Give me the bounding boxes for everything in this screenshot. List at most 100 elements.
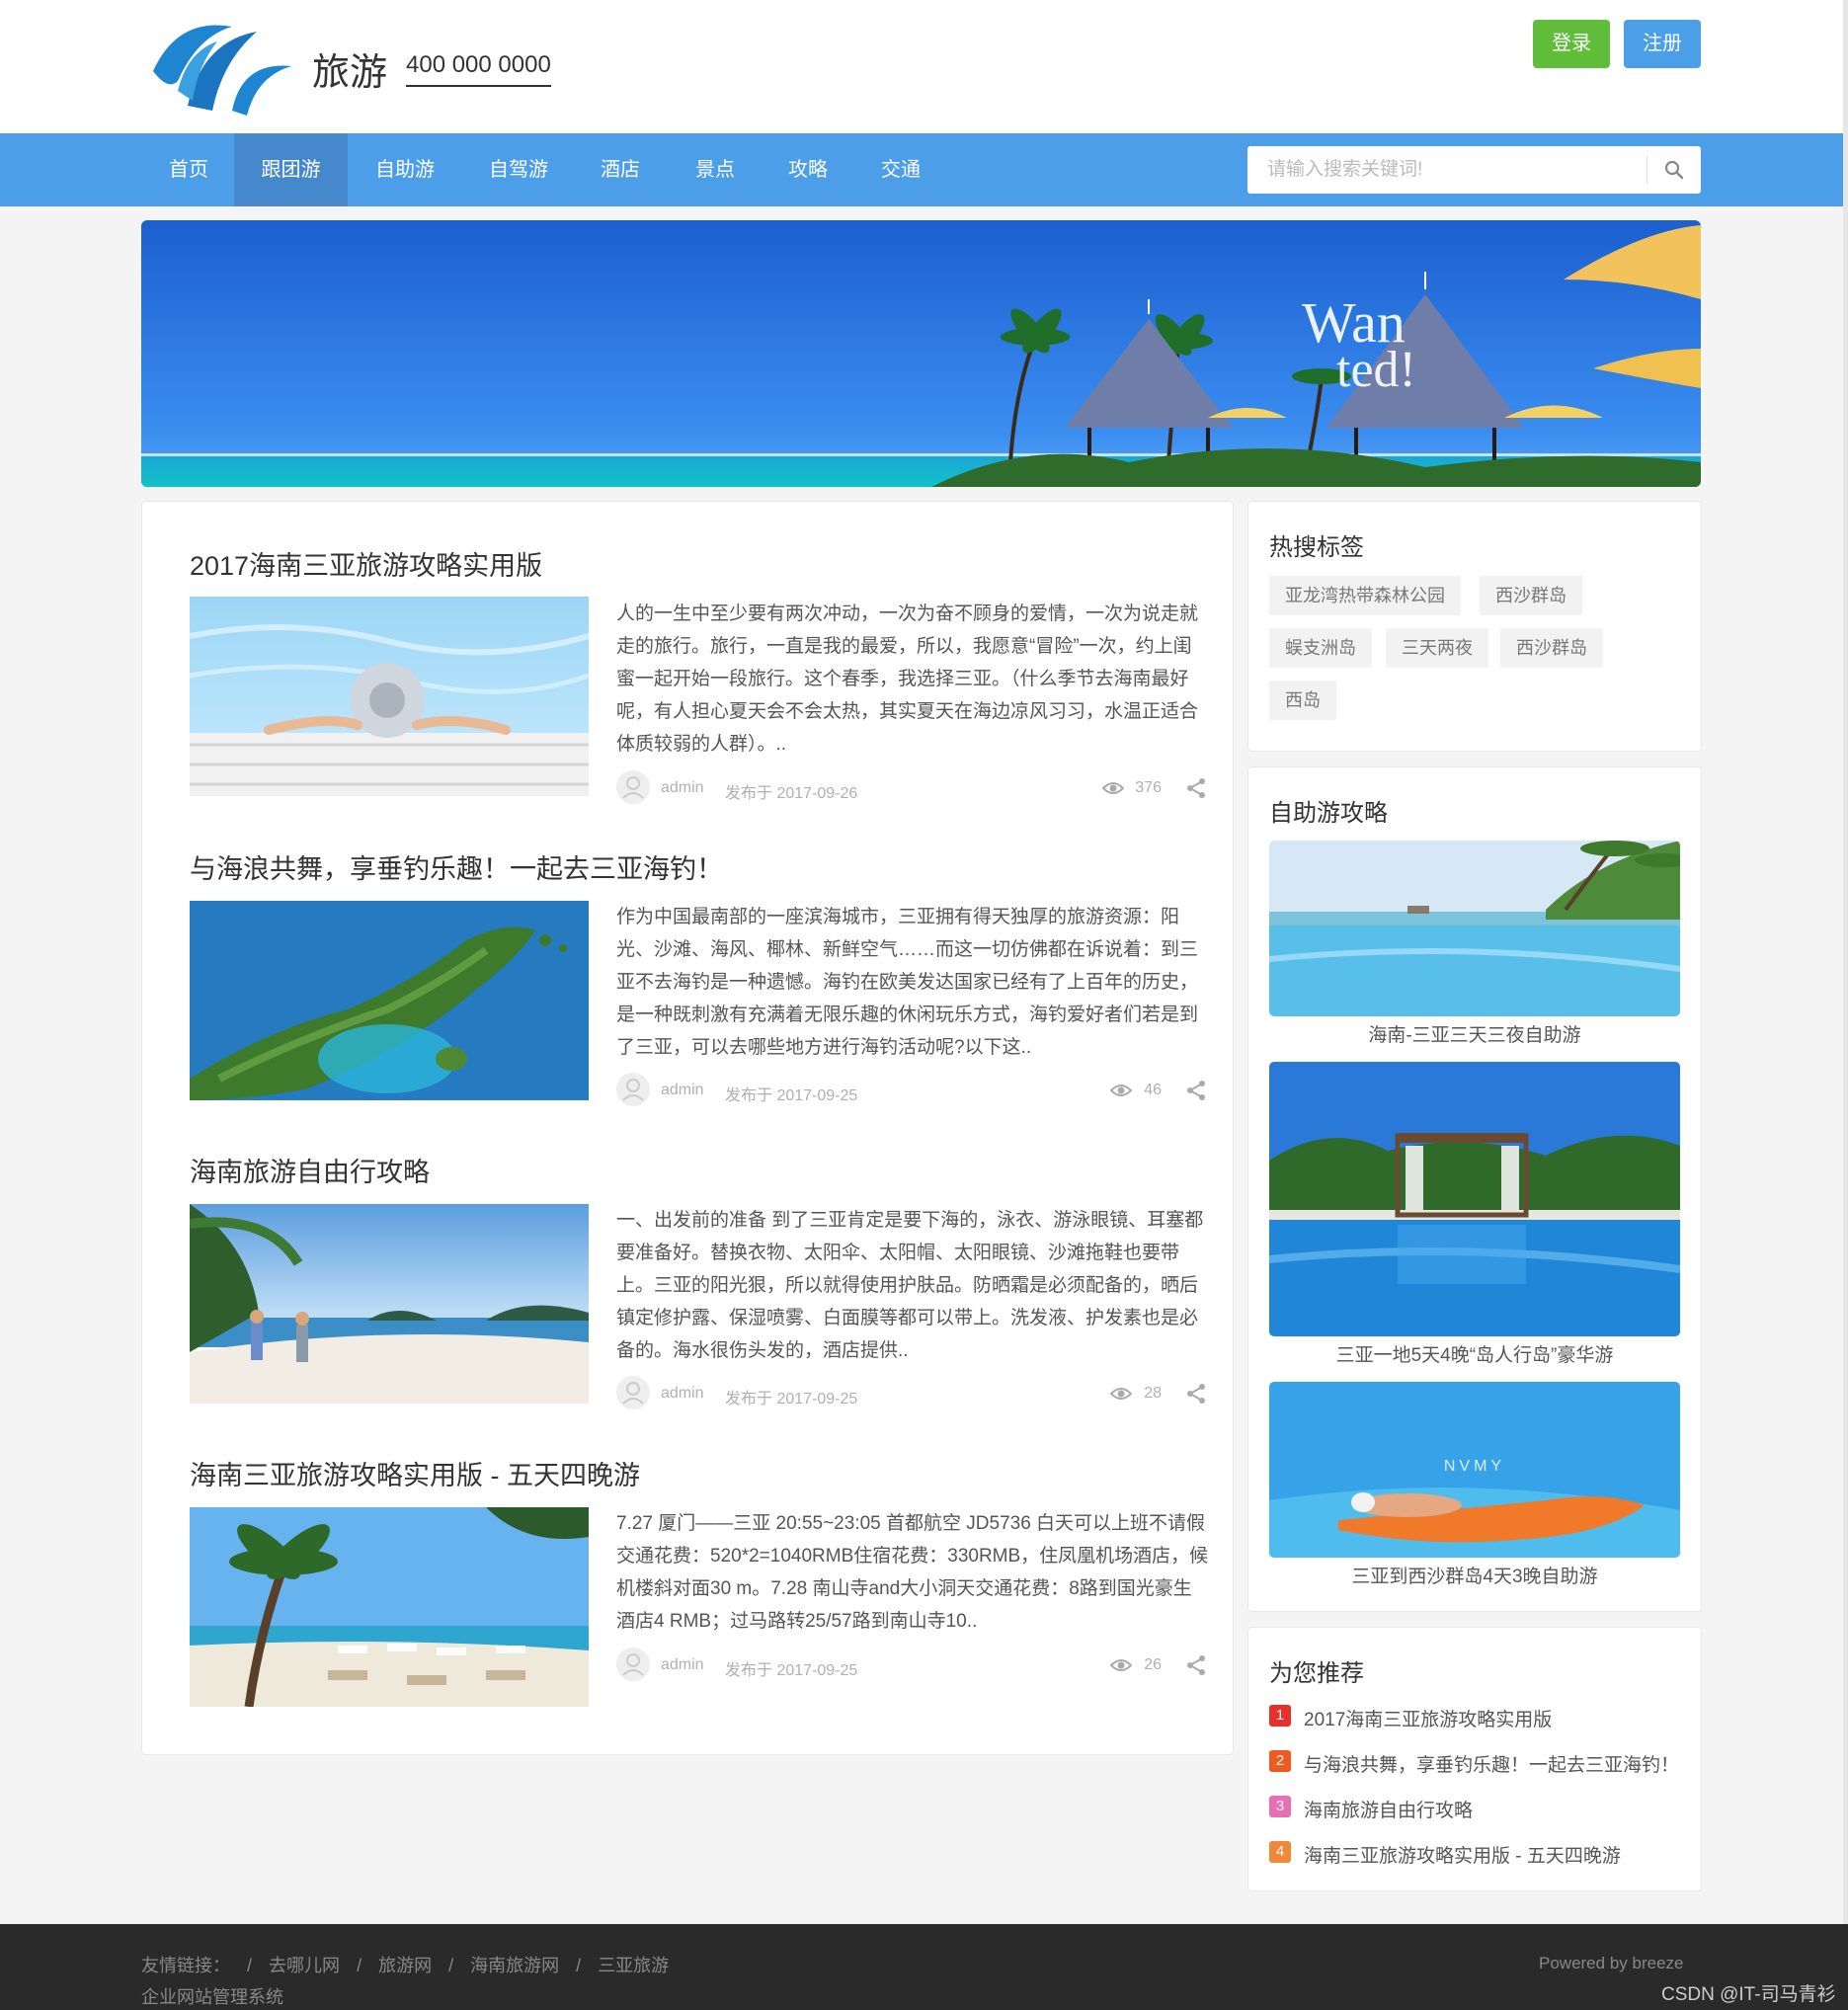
nav-item-scenic[interactable]: 景点 <box>680 133 751 206</box>
link-separator: / <box>448 1956 454 1975</box>
watermark: CSDN @IT-司马青衫 <box>1661 1984 1836 2005</box>
nav-item-home[interactable]: 首页 <box>148 133 229 206</box>
recommend-item-label[interactable]: 海南三亚旅游攻略实用版 - 五天四晚游 <box>1304 1841 1621 1868</box>
guide-image[interactable]: NVMY <box>1269 1382 1680 1558</box>
eye-icon <box>1110 1085 1132 1096</box>
avatar-icon <box>616 1648 650 1681</box>
nav-item-self-drive[interactable]: 自驾游 <box>466 133 571 206</box>
tag-item[interactable]: 西沙群岛 <box>1480 576 1582 615</box>
article-meta: admin 发布于 2017-09-25 46 <box>616 1073 1209 1108</box>
rank-badge: 4 <box>1269 1841 1291 1863</box>
eye-icon <box>1110 1388 1132 1400</box>
friend-link[interactable]: 海南旅游网 <box>470 1956 559 1975</box>
recommend-item-label[interactable]: 海南旅游自由行攻略 <box>1304 1796 1473 1822</box>
rank-badge: 2 <box>1269 1750 1291 1772</box>
article-author[interactable]: admin <box>661 1082 704 1099</box>
article-views: 26 <box>1144 1656 1162 1673</box>
article-title[interactable]: 2017海南三亚旅游攻略实用版 <box>190 544 542 583</box>
article-excerpt: 人的一生中至少要有两次冲动，一次为奋不顾身的爱情，一次为说走就走的旅行。旅行，一… <box>616 603 1199 755</box>
article-views: 28 <box>1144 1385 1162 1402</box>
site-header: 旅游 400 000 0000 登录 注册 <box>0 0 1843 133</box>
share-icon[interactable] <box>1185 1080 1207 1101</box>
nav-item-group-tour[interactable]: 跟团游 <box>234 133 348 206</box>
article-title[interactable]: 与海浪共舞，享垂钓乐趣！一起去三亚海钓！ <box>190 847 723 886</box>
tag-item[interactable]: 亚龙湾热带森林公园 <box>1269 576 1461 615</box>
beach-banner-image: Wan ted! <box>141 220 1701 487</box>
nav-item-self-guided[interactable]: 自助游 <box>353 133 457 206</box>
share-icon[interactable] <box>1185 1383 1207 1405</box>
article-author[interactable]: admin <box>661 1656 704 1674</box>
page-edge <box>1843 0 1848 2010</box>
tag-item[interactable]: 西岛 <box>1269 681 1336 720</box>
eye-icon <box>1110 1659 1132 1671</box>
hot-tags-title: 热搜标签 <box>1269 534 1364 561</box>
friend-links-label: 友情链接： <box>141 1956 230 1975</box>
article-author[interactable]: admin <box>661 1385 704 1403</box>
recommend-panel: 为您推荐 1 2017海南三亚旅游攻略实用版 2 与海浪共舞，享垂钓乐趣！一起去… <box>1247 1627 1702 1891</box>
article-meta: admin 发布于 2017-09-25 28 <box>616 1376 1209 1411</box>
guide-image[interactable] <box>1269 1062 1680 1336</box>
article-meta: admin 发布于 2017-09-26 376 <box>616 770 1209 806</box>
article-date: 发布于 2017-09-25 <box>725 1087 858 1104</box>
article-title[interactable]: 海南旅游自由行攻略 <box>190 1151 430 1189</box>
rank-badge: 1 <box>1269 1705 1291 1727</box>
guide-image[interactable] <box>1269 841 1680 1016</box>
nav-item-transport[interactable]: 交通 <box>865 133 936 206</box>
rank-badge: 3 <box>1269 1796 1291 1817</box>
recommend-item-label[interactable]: 与海浪共舞，享垂钓乐趣！一起去三亚海钓！ <box>1304 1750 1679 1777</box>
guide-caption[interactable]: 三亚到西沙群岛4天3晚自助游 <box>1269 1562 1680 1588</box>
article-meta: admin 发布于 2017-09-25 26 <box>616 1648 1209 1683</box>
site-footer: 友情链接： / 去哪儿网 / 旅游网 / 海南旅游网 / 三亚旅游 企业网站管理… <box>0 1924 1848 2010</box>
hot-tags-panel: 热搜标签 亚龙湾热带森林公园 西沙群岛 蜈支洲岛 三天两夜 西沙群岛 西岛 <box>1247 501 1702 752</box>
eye-icon <box>1102 782 1124 794</box>
register-button[interactable]: 注册 <box>1624 20 1701 68</box>
article-date: 发布于 2017-09-25 <box>725 1662 858 1679</box>
share-icon[interactable] <box>1185 1654 1207 1676</box>
tag-item[interactable]: 蜈支洲岛 <box>1269 628 1372 668</box>
article-date: 发布于 2017-09-25 <box>725 1391 858 1407</box>
article-views: 376 <box>1135 779 1162 796</box>
self-guided-title: 自助游攻略 <box>1269 800 1388 827</box>
article-thumbnail[interactable] <box>190 1507 589 1707</box>
article-date: 发布于 2017-09-26 <box>725 785 858 802</box>
nav-item-guide[interactable]: 攻略 <box>772 133 844 206</box>
avatar-icon <box>616 1073 650 1106</box>
article-excerpt: 作为中国最南部的一座滨海城市，三亚拥有得天独厚的旅游资源：阳光、沙滩、海风、椰林… <box>616 907 1199 1058</box>
friend-links: 友情链接： / 去哪儿网 / 旅游网 / 海南旅游网 / 三亚旅游 <box>141 1952 669 1977</box>
search-input[interactable] <box>1247 146 1643 194</box>
friend-link[interactable]: 旅游网 <box>378 1956 432 1975</box>
guide-caption[interactable]: 海南-三亚三天三夜自助游 <box>1269 1020 1680 1047</box>
share-icon[interactable] <box>1185 777 1207 799</box>
guide-image-text: NVMY <box>1444 1458 1505 1475</box>
brand-name: 旅游 <box>312 52 388 94</box>
link-separator: / <box>576 1956 582 1975</box>
article-thumbnail[interactable] <box>190 597 589 796</box>
phone-number: 400 000 0000 <box>406 51 551 87</box>
article-thumbnail[interactable] <box>190 901 589 1100</box>
nav-item-hotel[interactable]: 酒店 <box>585 133 656 206</box>
powered-by: Powered by breeze <box>1539 1954 1684 1972</box>
self-guided-panel: 自助游攻略 海南-三亚三天三夜自助游 三亚一地5天4晚“岛人行岛”豪华游 NVM… <box>1247 766 1702 1612</box>
guide-caption[interactable]: 三亚一地5天4晚“岛人行岛”豪华游 <box>1269 1340 1680 1367</box>
article-excerpt: 7.27 厦门——三亚 20:55~23:05 首都航空 JD5736 白天可以… <box>616 1513 1209 1632</box>
recommend-title: 为您推荐 <box>1269 1660 1364 1687</box>
recommend-item-label[interactable]: 2017海南三亚旅游攻略实用版 <box>1304 1705 1552 1731</box>
tag-item[interactable]: 三天两夜 <box>1386 628 1488 668</box>
search-icon[interactable] <box>1662 158 1686 182</box>
system-name: 企业网站管理系统 <box>141 1987 283 2007</box>
article-thumbnail[interactable] <box>190 1204 589 1404</box>
article-list-panel: 2017海南三亚旅游攻略实用版 人的一生中至少要有两次冲动，一次为奋不顾身的爱情… <box>141 501 1234 1755</box>
hero-banner: Wan ted! <box>141 220 1701 487</box>
login-button[interactable]: 登录 <box>1533 20 1610 68</box>
article-views: 46 <box>1144 1082 1162 1098</box>
friend-link[interactable]: 三亚旅游 <box>598 1956 669 1975</box>
link-separator: / <box>247 1956 253 1975</box>
friend-link[interactable]: 去哪儿网 <box>269 1956 340 1975</box>
avatar-icon <box>616 770 650 804</box>
wave-logo-icon[interactable] <box>148 12 296 121</box>
link-separator: / <box>357 1956 362 1975</box>
article-author[interactable]: admin <box>661 779 704 797</box>
tag-item[interactable]: 西沙群岛 <box>1500 628 1603 668</box>
article-title[interactable]: 海南三亚旅游攻略实用版 - 五天四晚游 <box>190 1454 640 1492</box>
avatar-icon <box>616 1376 650 1409</box>
